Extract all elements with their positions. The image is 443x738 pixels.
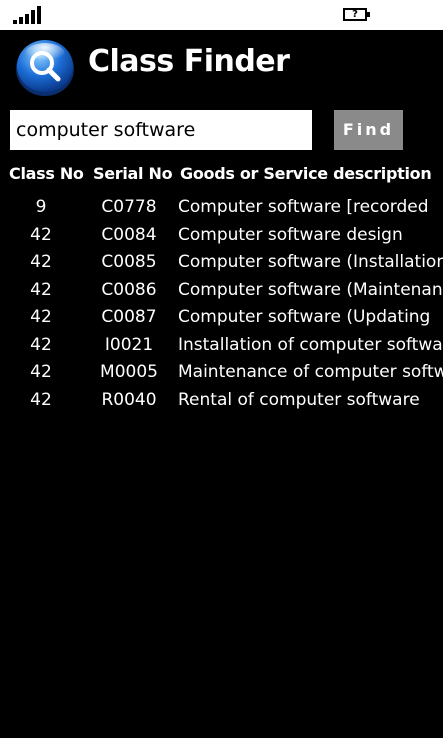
- column-header-serial-no: Serial No: [93, 164, 173, 183]
- class-no-cell: 42: [30, 307, 52, 327]
- class-no-cell: 42: [30, 252, 52, 272]
- description-cell: Maintenance of computer software: [178, 362, 443, 382]
- table-row[interactable]: 42 C0085 Computer software (Installation: [0, 249, 443, 277]
- serial-no-cell: I0021: [104, 334, 154, 355]
- table-row[interactable]: 42 C0087 Computer software (Updating: [0, 304, 443, 332]
- table-row[interactable]: 42 R0040 Rental of computer software: [0, 387, 443, 415]
- serial-no-cell: C0086: [101, 279, 157, 300]
- search-input[interactable]: [10, 110, 312, 150]
- class-no-cell: 9: [35, 197, 47, 217]
- table-row[interactable]: 42 I0021 Installation of computer softwa…: [0, 332, 443, 360]
- results-table: Class No Serial No Goods or Service desc…: [0, 160, 443, 414]
- description-cell: Rental of computer software: [178, 389, 420, 410]
- class-no-cell: 42: [30, 362, 52, 382]
- column-header-class-no: Class No: [9, 164, 84, 183]
- table-row[interactable]: 42 C0086 Computer software (Maintenance: [0, 277, 443, 305]
- table-row[interactable]: 9 C0778 Computer software [recorded: [0, 194, 443, 222]
- description-cell: Computer software (Maintenance: [178, 279, 443, 300]
- signal-icon: [13, 6, 43, 24]
- app-title: Class Finder: [88, 44, 290, 79]
- table-row[interactable]: 42 M0005 Maintenance of computer softwar…: [0, 359, 443, 387]
- serial-no-cell: C0084: [101, 224, 157, 245]
- table-header: Class No Serial No Goods or Service desc…: [0, 160, 443, 188]
- serial-no-cell: C0087: [101, 307, 157, 327]
- column-header-description: Goods or Service description: [180, 164, 432, 183]
- description-cell: Computer software (Updating: [178, 307, 431, 327]
- description-cell: Computer software (Installation: [178, 252, 443, 272]
- app-screen: ? Class Finder Find: [0, 0, 443, 738]
- description-cell: Computer software [recorded: [178, 197, 429, 217]
- table-row[interactable]: 42 C0084 Computer software design: [0, 222, 443, 250]
- status-bar: ?: [0, 0, 443, 30]
- serial-no-cell: C0085: [101, 252, 157, 272]
- search-icon: [14, 36, 76, 98]
- serial-no-cell: R0040: [101, 389, 157, 410]
- class-no-cell: 42: [30, 389, 52, 410]
- class-no-cell: 42: [30, 224, 52, 245]
- serial-no-cell: M0005: [100, 362, 158, 382]
- serial-no-cell: C0778: [101, 197, 157, 217]
- find-button[interactable]: Find: [334, 110, 403, 150]
- class-no-cell: 42: [30, 334, 52, 355]
- description-cell: Computer software design: [178, 224, 403, 245]
- battery-icon: ?: [343, 8, 370, 21]
- description-cell: Installation of computer software: [178, 334, 443, 355]
- class-no-cell: 42: [30, 279, 52, 300]
